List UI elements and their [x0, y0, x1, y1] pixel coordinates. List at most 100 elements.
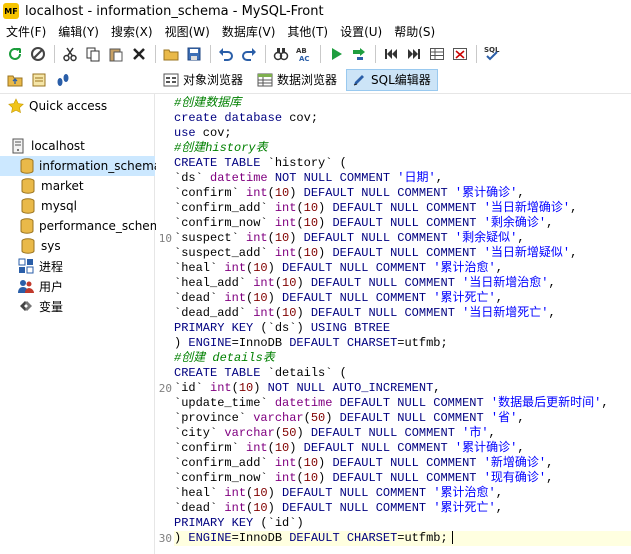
users-icon	[18, 278, 34, 294]
run-statement-icon[interactable]	[348, 43, 370, 65]
database-icon	[20, 198, 36, 214]
database-item-mysql[interactable]: mysql	[0, 196, 155, 216]
menu-other[interactable]: 其他(T)	[281, 22, 334, 42]
code-line[interactable]: create database cov;	[174, 111, 318, 126]
tab-object-browser[interactable]: 对象浏览器	[158, 69, 250, 91]
code-line[interactable]: `dead_add` int(10) DEFAULT NULL COMMENT …	[174, 306, 556, 321]
tab-data-browser[interactable]: 数据浏览器	[252, 69, 344, 91]
menu-view[interactable]: 视图(W)	[159, 22, 216, 42]
code-line[interactable]: `confirm_add` int(10) DEFAULT NULL COMME…	[174, 456, 553, 471]
code-line[interactable]: `province` varchar(50) DEFAULT NULL COMM…	[174, 411, 525, 426]
code-line[interactable]: `suspect_add` int(10) DEFAULT NULL COMME…	[174, 246, 577, 261]
code-line[interactable]: #创建数据库	[174, 96, 241, 111]
code-line[interactable]: `confirm` int(10) DEFAULT NULL COMMENT '…	[174, 441, 525, 456]
code-line[interactable]: `heal` int(10) DEFAULT NULL COMMENT '累计治…	[174, 486, 503, 501]
redo-icon[interactable]	[238, 43, 260, 65]
code-line[interactable]: `confirm_add` int(10) DEFAULT NULL COMME…	[174, 201, 577, 216]
toolbar-separator	[210, 45, 211, 63]
svg-text:AC: AC	[299, 55, 310, 62]
host-item[interactable]: localhost	[0, 136, 155, 156]
sql-editor[interactable]: 10 20 30 #创建数据库 create database cov; use c…	[156, 94, 631, 554]
toolbar-separator	[320, 45, 321, 63]
code-line[interactable]: `city` varchar(50) DEFAULT NULL COMMENT …	[174, 426, 496, 441]
sql-format-icon[interactable]: SQL	[481, 43, 503, 65]
database-icon	[20, 158, 34, 174]
code-line[interactable]: `heal_add` int(10) DEFAULT NULL COMMENT …	[174, 276, 556, 291]
tab-data-browser-label: 数据浏览器	[277, 73, 338, 87]
refresh-icon[interactable]	[4, 43, 26, 65]
database-item-performance-schema[interactable]: performance_schema	[0, 216, 169, 236]
processes-item[interactable]: 进程	[0, 256, 155, 276]
code-line[interactable]: CREATE TABLE `details` (	[174, 366, 347, 381]
database-item-market[interactable]: market	[0, 176, 155, 196]
line-number-gutter: 10 20 30	[156, 94, 172, 554]
users-item[interactable]: 用户	[0, 276, 155, 296]
menu-settings[interactable]: 设置(U)	[334, 22, 388, 42]
menu-file[interactable]: 文件(F)	[0, 22, 52, 42]
tab-object-browser-label: 对象浏览器	[183, 73, 244, 87]
database-item-information-schema[interactable]: information_schema	[0, 156, 161, 176]
code-line[interactable]: `update_time` datetime DEFAULT NULL COMM…	[174, 396, 609, 411]
toolbar-separator	[265, 45, 266, 63]
code-line[interactable]: #创建 details表	[174, 351, 275, 366]
code-line[interactable]: `confirm_now` int(10) DEFAULT NULL COMME…	[174, 216, 553, 231]
users-label: 用户	[39, 279, 64, 294]
code-line[interactable]: `confirm_now` int(10) DEFAULT NULL COMME…	[174, 471, 553, 486]
code-line[interactable]: `confirm` int(10) DEFAULT NULL COMMENT '…	[174, 186, 525, 201]
tab-sql-editor-label: SQL编辑器	[371, 73, 431, 87]
save-icon[interactable]	[183, 43, 205, 65]
code-line[interactable]: `heal` int(10) DEFAULT NULL COMMENT '累计治…	[174, 261, 503, 276]
last-icon[interactable]	[403, 43, 425, 65]
database-label: information_schema	[39, 159, 162, 173]
menu-database[interactable]: 数据库(V)	[216, 22, 282, 42]
code-line[interactable]: `suspect` int(10) DEFAULT NULL COMMENT '…	[174, 231, 525, 246]
notes-icon[interactable]	[28, 69, 50, 91]
menu-search[interactable]: 搜索(X)	[105, 22, 159, 42]
host-label: localhost	[31, 139, 85, 153]
first-icon[interactable]	[380, 43, 402, 65]
clear-icon[interactable]	[449, 43, 471, 65]
code-line[interactable]: CREATE TABLE `history` (	[174, 156, 347, 171]
database-label: performance_schema	[39, 219, 169, 233]
search-icon[interactable]	[270, 43, 292, 65]
menu-help[interactable]: 帮助(S)	[388, 22, 441, 42]
line-number: 10	[158, 232, 172, 245]
run-icon[interactable]	[325, 43, 347, 65]
database-label: market	[41, 179, 84, 193]
code-line[interactable]: `dead` int(10) DEFAULT NULL COMMENT '累计死…	[174, 291, 503, 306]
database-label: mysql	[41, 199, 77, 213]
folder-up-icon[interactable]	[4, 69, 26, 91]
variables-icon	[18, 298, 34, 314]
toolbar-separator	[54, 45, 55, 63]
grid-icon[interactable]	[426, 43, 448, 65]
code-line[interactable]: `id` int(10) NOT NULL AUTO_INCREMENT,	[174, 381, 441, 396]
code-line[interactable]: ) ENGINE=InnoDB DEFAULT CHARSET=utfmb;	[174, 336, 448, 351]
menu-edit[interactable]: 编辑(Y)	[52, 22, 105, 42]
code-line[interactable]: PRIMARY KEY (`id`)	[174, 516, 304, 531]
star-icon	[8, 98, 24, 114]
copy-icon[interactable]	[82, 43, 104, 65]
data-browser-icon	[257, 72, 273, 88]
variables-item[interactable]: 变量	[0, 296, 155, 316]
paste-icon[interactable]	[105, 43, 127, 65]
database-item-sys[interactable]: sys	[0, 236, 155, 256]
toolbar-separator	[375, 45, 376, 63]
code-line[interactable]: use cov;	[174, 126, 232, 141]
database-icon	[20, 238, 36, 254]
code-line[interactable]: `ds` datetime NOT NULL COMMENT '日期',	[174, 171, 443, 186]
footprints-icon[interactable]	[52, 69, 74, 91]
code-line[interactable]: PRIMARY KEY (`ds`) USING BTREE	[174, 321, 390, 336]
undo-icon[interactable]	[215, 43, 237, 65]
code-line[interactable]: ) ENGINE=InnoDB DEFAULT CHARSET=utfmb;	[174, 531, 631, 546]
quick-access-item[interactable]: Quick access	[0, 96, 155, 116]
tab-sql-editor[interactable]: SQL编辑器	[346, 68, 438, 91]
open-folder-icon[interactable]	[160, 43, 182, 65]
code-line[interactable]: `dead` int(10) DEFAULT NULL COMMENT '累计死…	[174, 501, 503, 516]
replace-icon[interactable]: AB AC	[293, 43, 315, 65]
delete-icon[interactable]	[128, 43, 150, 65]
cut-icon[interactable]	[59, 43, 81, 65]
code-line[interactable]: #创建history表	[174, 141, 268, 156]
stop-icon[interactable]	[27, 43, 49, 65]
line-number: 30	[158, 532, 172, 545]
database-label: sys	[41, 239, 61, 253]
